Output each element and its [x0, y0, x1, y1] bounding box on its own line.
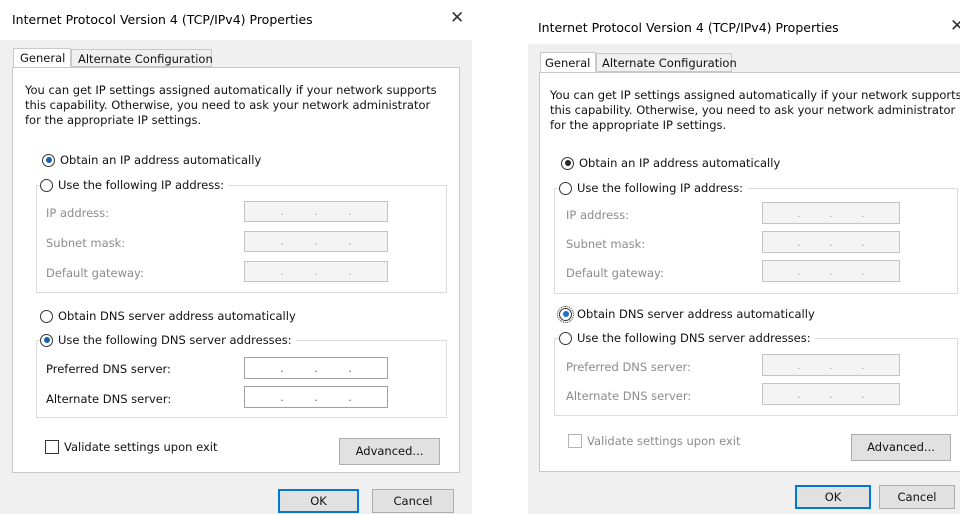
tab-general[interactable]: General [13, 48, 71, 67]
validate-settings-checkbox[interactable]: Validate settings upon exit [568, 434, 740, 448]
default-gateway-input[interactable]: ... [244, 261, 388, 282]
use-following-ip-radio[interactable]: Use the following IP address: [559, 181, 748, 195]
use-following-ip-radio[interactable]: Use the following IP address: [40, 178, 229, 192]
validate-settings-label: Validate settings upon exit [64, 440, 218, 454]
description-line-2: this capability. Otherwise, you need to … [25, 98, 431, 112]
radio-selected-icon [557, 305, 574, 323]
subnet-mask-input[interactable]: ... [244, 231, 388, 252]
cancel-button[interactable]: Cancel [372, 489, 454, 513]
checkbox-icon [45, 440, 59, 454]
preferred-dns-input[interactable]: ... [244, 357, 388, 379]
obtain-ip-auto-radio[interactable]: Obtain an IP address automatically [561, 156, 780, 170]
dialog-title: Internet Protocol Version 4 (TCP/IPv4) P… [538, 20, 839, 35]
use-following-dns-radio[interactable]: Use the following DNS server addresses: [40, 333, 296, 347]
description-line-1: You can get IP settings assigned automat… [25, 83, 437, 97]
obtain-dns-auto-radio[interactable]: Obtain DNS server address automatically [40, 309, 296, 323]
advanced-button[interactable]: Advanced... [339, 438, 440, 465]
advanced-button[interactable]: Advanced... [851, 434, 951, 461]
description-line-3: for the appropriate IP settings. [25, 113, 202, 127]
use-following-ip-label: Use the following IP address: [58, 178, 225, 192]
preferred-dns-label: Preferred DNS server: [46, 362, 171, 376]
default-gateway-label: Default gateway: [46, 266, 144, 280]
obtain-ip-auto-label: Obtain an IP address automatically [579, 156, 781, 170]
ok-button[interactable]: OK [795, 485, 871, 509]
obtain-dns-auto-label: Obtain DNS server address automatically [58, 309, 296, 323]
dialog-title: Internet Protocol Version 4 (TCP/IPv4) P… [12, 12, 313, 27]
ip-address-label: IP address: [46, 206, 110, 220]
validate-settings-label: Validate settings upon exit [587, 434, 741, 448]
alternate-dns-label: Alternate DNS server: [46, 392, 172, 406]
description-line-3: for the appropriate IP settings. [550, 118, 727, 132]
tab-alternate-configuration[interactable]: Alternate Configuration [71, 49, 213, 67]
use-following-dns-label: Use the following DNS server addresses: [577, 331, 811, 345]
tab-alternate-configuration[interactable]: Alternate Configuration [596, 53, 737, 72]
preferred-dns-label: Preferred DNS server: [566, 360, 691, 374]
preferred-dns-input[interactable]: ... [762, 354, 900, 376]
radio-selected-icon [561, 156, 574, 170]
default-gateway-input[interactable]: ... [762, 260, 900, 282]
alternate-dns-input[interactable]: ... [762, 383, 900, 405]
subnet-mask-label: Subnet mask: [566, 237, 646, 251]
obtain-ip-auto-label: Obtain an IP address automatically [60, 153, 262, 167]
obtain-dns-auto-radio[interactable]: Obtain DNS server address automatically [557, 305, 815, 323]
description-line-1: You can get IP settings assigned automat… [550, 88, 960, 102]
use-following-dns-label: Use the following DNS server addresses: [58, 333, 292, 347]
use-following-dns-radio[interactable]: Use the following DNS server addresses: [559, 331, 815, 345]
radio-selected-icon [40, 333, 53, 347]
alternate-dns-label: Alternate DNS server: [566, 389, 692, 403]
subnet-mask-label: Subnet mask: [46, 236, 126, 250]
obtain-dns-auto-label: Obtain DNS server address automatically [577, 307, 815, 321]
close-icon[interactable]: ✕ [950, 18, 960, 35]
radio-unselected-icon [40, 309, 53, 323]
default-gateway-label: Default gateway: [566, 266, 664, 280]
use-following-ip-label: Use the following IP address: [577, 181, 744, 195]
tab-general[interactable]: General [540, 52, 596, 72]
close-icon[interactable]: ✕ [450, 10, 464, 27]
ok-button[interactable]: OK [278, 489, 359, 513]
radio-selected-icon [42, 153, 55, 167]
ip-address-label: IP address: [566, 208, 630, 222]
ip-address-input[interactable]: ... [244, 201, 388, 222]
subnet-mask-input[interactable]: ... [762, 231, 900, 253]
ip-address-input[interactable]: ... [762, 202, 900, 224]
cancel-button[interactable]: Cancel [879, 485, 955, 509]
radio-unselected-icon [559, 181, 572, 195]
alternate-dns-input[interactable]: ... [244, 386, 388, 408]
obtain-ip-auto-radio[interactable]: Obtain an IP address automatically [42, 153, 261, 167]
radio-unselected-icon [559, 331, 572, 345]
tcpip-properties-dialog-dns-auto: Internet Protocol Version 4 (TCP/IPv4) P… [528, 0, 960, 514]
validate-settings-checkbox[interactable]: Validate settings upon exit [45, 440, 217, 454]
radio-unselected-icon [40, 178, 53, 192]
checkbox-icon [568, 434, 582, 448]
description-line-2: this capability. Otherwise, you need to … [550, 103, 956, 117]
tcpip-properties-dialog-dns-manual: Internet Protocol Version 4 (TCP/IPv4) P… [0, 0, 472, 514]
